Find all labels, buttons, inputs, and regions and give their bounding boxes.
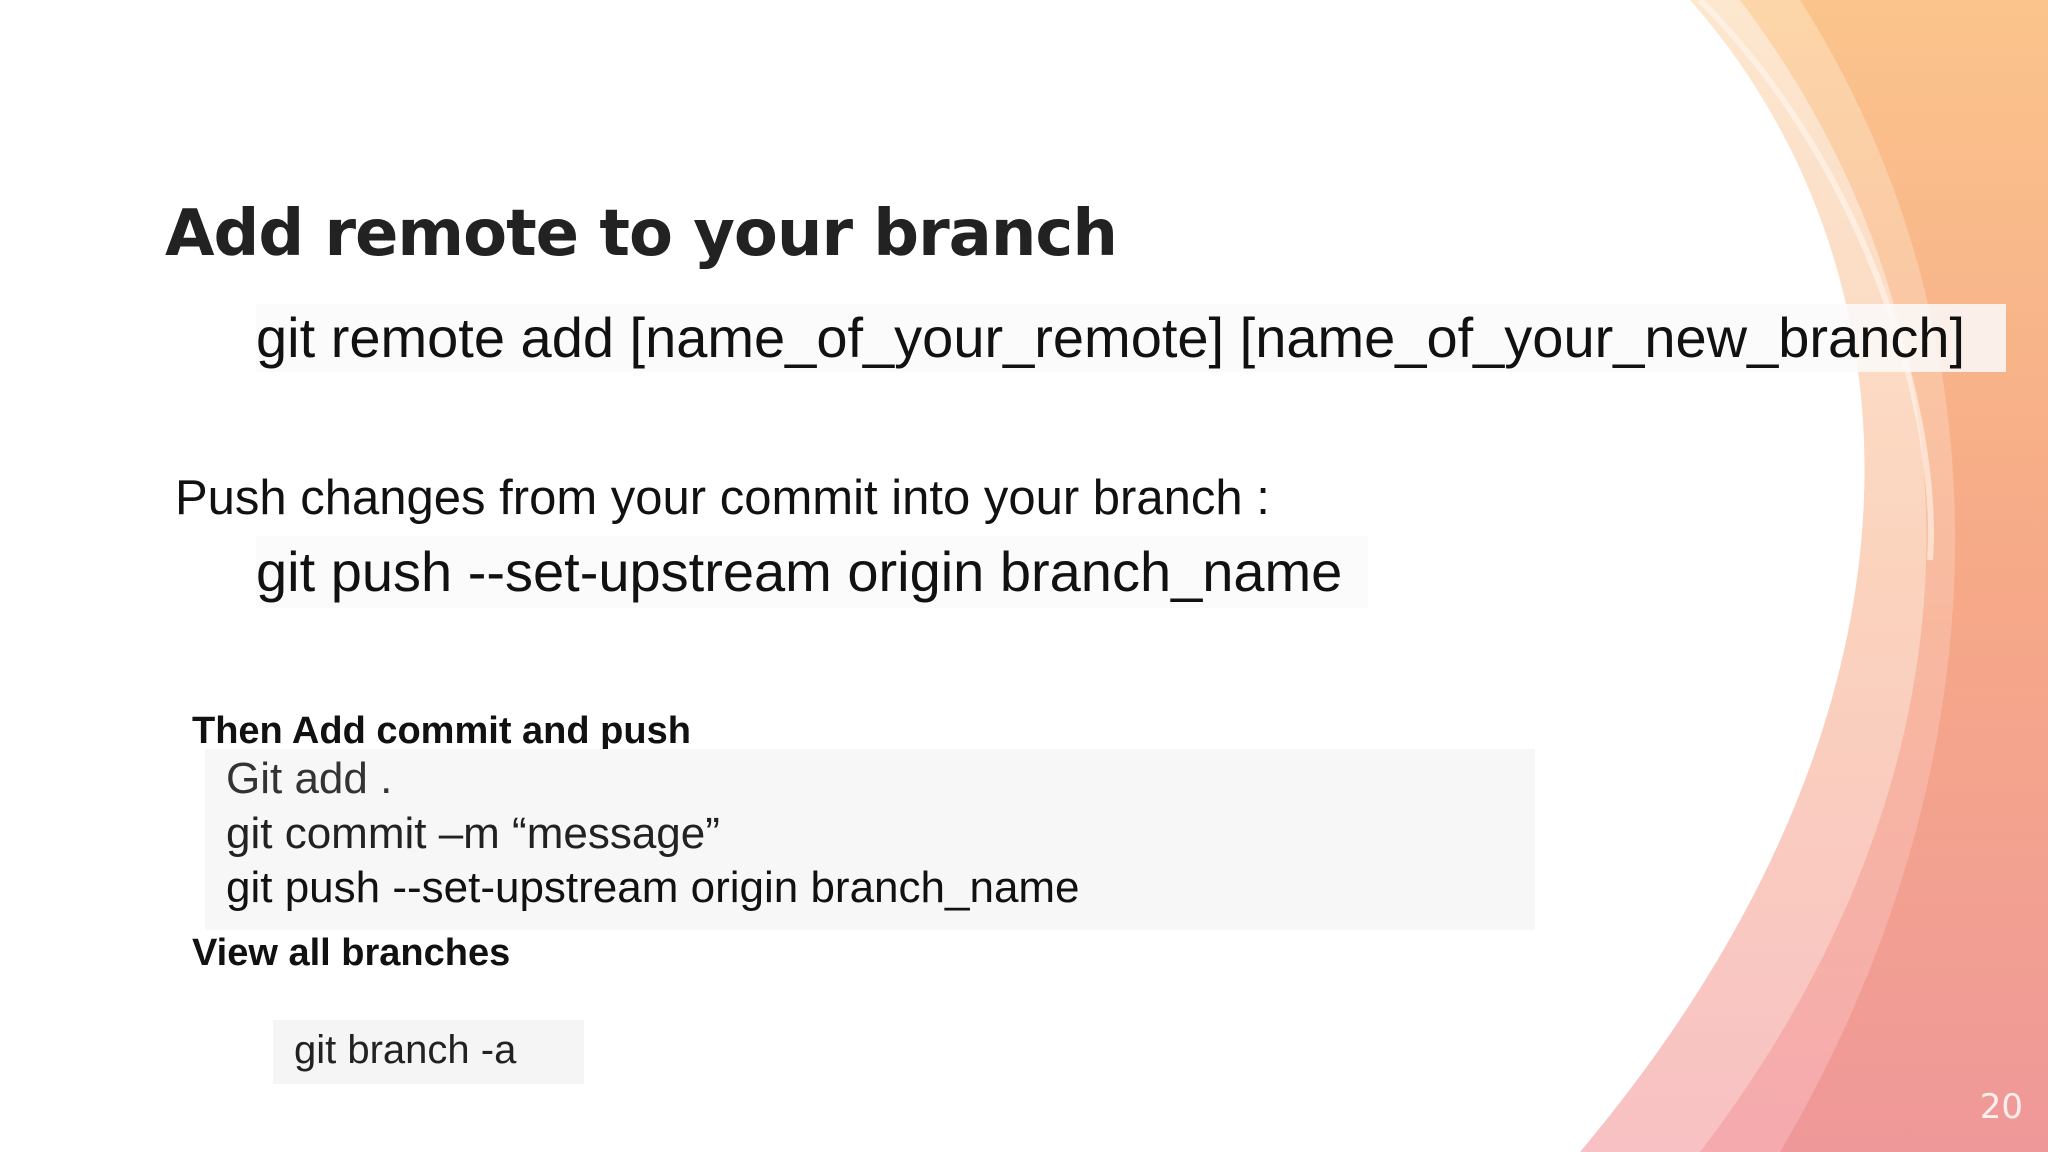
slide-title: Add remote to your branch	[165, 197, 1118, 271]
commit-and-push-heading: Then Add commit and push	[192, 710, 691, 752]
code-line-git-add: Git add .	[226, 754, 393, 803]
code-line-git-push: git push --set-upstream origin branch_na…	[226, 863, 1080, 912]
slide: Add remote to your branch git remote add…	[0, 0, 2048, 1152]
branch-command: git branch -a	[294, 1028, 517, 1072]
branch-command-box: git branch -a	[273, 1020, 584, 1084]
push-changes-label: Push changes from your commit into your …	[175, 471, 1270, 525]
page-number: 20	[1979, 1087, 2023, 1127]
view-branches-heading: View all branches	[192, 932, 511, 974]
code-line-git-commit: git commit –m “message”	[226, 809, 720, 858]
push-command: git push --set-upstream origin branch_na…	[256, 536, 1368, 608]
remote-add-command: git remote add [name_of_your_remote] [na…	[256, 304, 2006, 372]
commit-code-block: Git add . git commit –m “message” git pu…	[205, 749, 1535, 930]
